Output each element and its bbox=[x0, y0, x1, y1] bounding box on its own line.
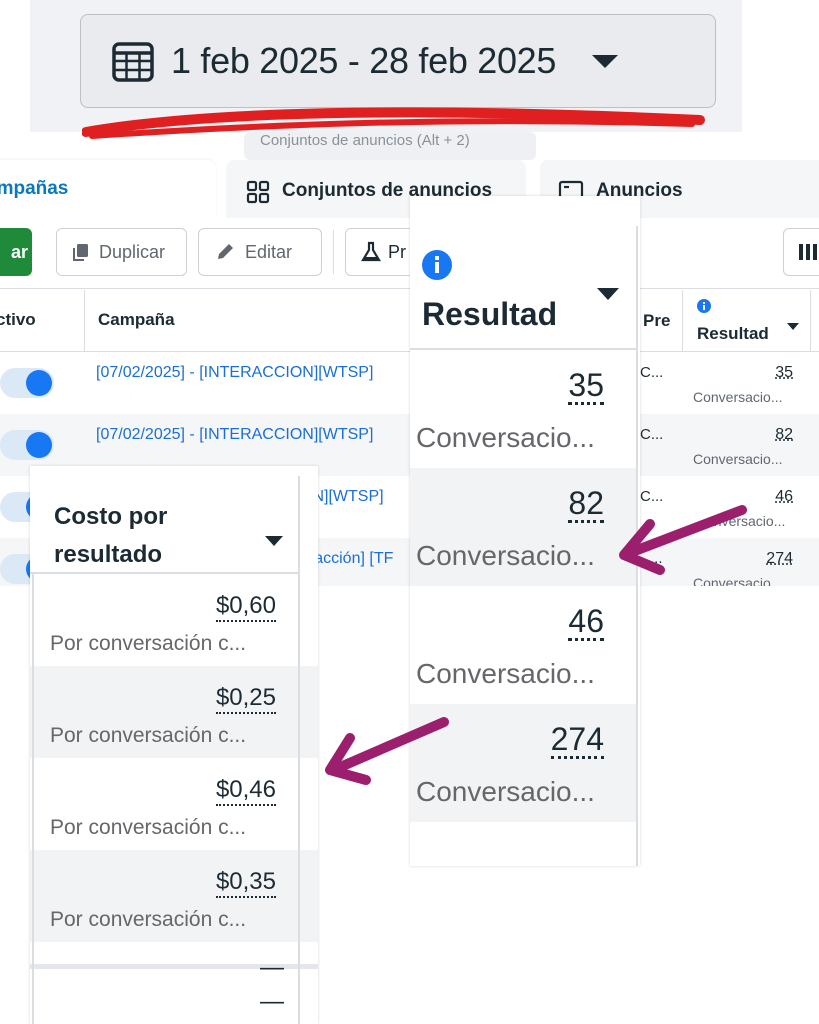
zoomed-cost-row: $0,60 Por conversación c... bbox=[30, 574, 318, 666]
edit-button[interactable]: Editar bbox=[198, 228, 322, 276]
edit-label: Editar bbox=[245, 241, 293, 262]
result-value: 35 bbox=[775, 364, 793, 381]
tab-tooltip: Conjuntos de anuncios (Alt + 2) bbox=[244, 132, 536, 160]
duplicate-button[interactable]: Duplicar bbox=[56, 228, 187, 276]
zoomed-result-row: 82 Conversacio... bbox=[410, 468, 638, 586]
zoomed-cost-header[interactable]: Costo por resultado bbox=[30, 476, 300, 574]
empty-cost-value: — bbox=[260, 954, 284, 981]
columns-button[interactable] bbox=[783, 228, 819, 276]
grid-icon bbox=[246, 180, 270, 209]
result-sub: Conversacio... bbox=[693, 389, 783, 405]
zoomed-result-row: 35 Conversacio... bbox=[410, 350, 638, 468]
cost-value: $0,60 bbox=[215, 592, 276, 622]
zoomed-cost-title: Costo por resultado bbox=[54, 498, 167, 574]
toolbar-divider bbox=[333, 230, 334, 274]
date-range-button[interactable]: 1 feb 2025 - 28 feb 2025 bbox=[80, 14, 716, 108]
result-value: 46 bbox=[568, 603, 604, 641]
pre-cell: C... bbox=[640, 488, 664, 505]
tab-campaigns-label: ampañas bbox=[0, 178, 69, 199]
duplicate-icon bbox=[71, 242, 91, 262]
result-value: 46 bbox=[775, 488, 793, 505]
columns-icon bbox=[798, 243, 818, 261]
header-result[interactable]: Resultad bbox=[697, 324, 769, 344]
header-campaign[interactable]: Campaña bbox=[98, 310, 175, 330]
column-divider bbox=[32, 574, 34, 1024]
cost-value: $0,25 bbox=[215, 684, 276, 714]
date-range-text: 1 feb 2025 - 28 feb 2025 bbox=[171, 40, 557, 81]
pre-cell: C... bbox=[640, 426, 664, 443]
zoomed-result-row: 46 Conversacio... bbox=[410, 586, 638, 704]
tooltip-text: Conjuntos de anuncios (Alt + 2) bbox=[260, 132, 470, 149]
campaign-link[interactable]: [07/02/2025] - [INTERACCION][WTSP] bbox=[96, 426, 373, 444]
result-value: 274 bbox=[550, 721, 604, 759]
zoomed-cost-row: $0,46 Por conversación c... bbox=[30, 758, 318, 850]
create-button-label: ar bbox=[10, 241, 28, 262]
pre-cell: C... bbox=[640, 364, 664, 381]
result-sub: Conversacio... bbox=[416, 658, 595, 689]
result-value: 82 bbox=[775, 426, 793, 443]
result-value: 82 bbox=[568, 485, 604, 523]
sort-caret-icon[interactable] bbox=[264, 534, 284, 553]
duplicate-label: Duplicar bbox=[99, 241, 166, 262]
tab-campaigns[interactable]: ampañas bbox=[0, 160, 216, 220]
cost-title-line1: Costo por bbox=[54, 503, 168, 530]
zoomed-cost-column: Costo por resultado $0,60 Por conversaci… bbox=[30, 466, 318, 1024]
cost-value: $0,35 bbox=[215, 868, 276, 898]
result-sub: Conversacio... bbox=[416, 776, 595, 807]
cost-value: $0,46 bbox=[215, 776, 276, 806]
test-label: Pr bbox=[388, 241, 406, 262]
column-divider bbox=[298, 574, 300, 1024]
result-sub: Conversacio... bbox=[416, 540, 595, 571]
info-icon bbox=[697, 299, 711, 318]
result-sub: Conversacio... bbox=[416, 422, 595, 453]
cost-sub: Por conversación c... bbox=[50, 908, 247, 931]
empty-cost-value: — bbox=[260, 988, 284, 1015]
sort-caret-icon[interactable] bbox=[596, 286, 620, 307]
cost-sub: Por conversación c... bbox=[50, 724, 247, 747]
result-sub: Conversacio... bbox=[693, 575, 783, 586]
create-button[interactable]: ar bbox=[0, 228, 32, 276]
cost-sub: Por conversación c... bbox=[50, 632, 247, 655]
zoomed-result-column: Resultad 35 Conversacio... 82 Conversaci… bbox=[410, 196, 640, 866]
zoomed-cost-row: $0,25 Por conversación c... bbox=[30, 666, 318, 758]
result-value: 35 bbox=[568, 367, 604, 405]
zoomed-result-row: 274 Conversacio... bbox=[410, 704, 638, 822]
pencil-icon bbox=[215, 242, 235, 262]
info-icon bbox=[422, 250, 452, 285]
header-pre[interactable]: Pre bbox=[643, 311, 670, 331]
active-toggle[interactable] bbox=[0, 368, 54, 398]
result-sub-clip: Conversacio... bbox=[690, 572, 810, 586]
column-divider bbox=[84, 290, 85, 352]
zoomed-result-header[interactable]: Resultad bbox=[410, 226, 638, 350]
zoomed-cost-row: $0,35 Por conversación c... bbox=[30, 850, 318, 942]
sort-caret-icon[interactable] bbox=[786, 318, 800, 336]
calendar-icon bbox=[111, 39, 155, 83]
result-value: 274 bbox=[766, 550, 793, 567]
column-divider bbox=[682, 290, 683, 352]
pre-cell: ... bbox=[650, 550, 663, 567]
campaign-link[interactable]: [07/02/2025] - [INTERACCION][WTSP] bbox=[96, 364, 373, 382]
zoomed-result-row bbox=[410, 822, 638, 866]
header-active[interactable]: ctivo bbox=[0, 310, 36, 330]
result-sub: onversacio... bbox=[706, 513, 786, 529]
cost-sub: Por conversación c... bbox=[50, 816, 247, 839]
active-toggle[interactable] bbox=[0, 430, 54, 460]
cost-title-line2: resultado bbox=[54, 541, 163, 568]
result-sub: Conversacio... bbox=[693, 451, 783, 467]
flask-icon bbox=[360, 241, 382, 263]
caret-down-icon bbox=[590, 51, 620, 71]
column-divider bbox=[810, 290, 811, 352]
zoomed-result-title: Resultad bbox=[422, 296, 558, 332]
